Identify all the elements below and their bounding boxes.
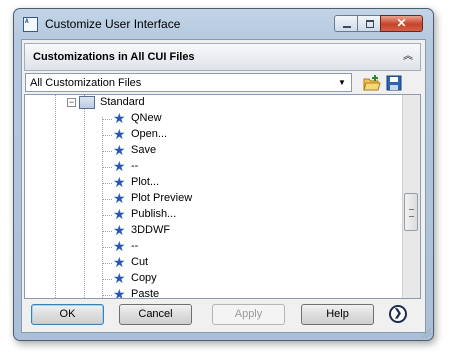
cancel-button[interactable]: Cancel [119, 304, 192, 325]
tree-branch-line [103, 119, 113, 120]
tree-branch-line [103, 167, 113, 168]
tree-command-item[interactable]: ★ 3DDWF [25, 223, 403, 239]
tree-command-item[interactable]: ★ Cut [25, 255, 403, 271]
scrollbar-thumb[interactable] [404, 193, 418, 231]
save-button[interactable] [386, 75, 402, 91]
command-star-icon: ★ [113, 206, 126, 222]
tree-branch-line [103, 231, 113, 232]
command-star-icon: ★ [113, 158, 126, 174]
tree-command-label: -- [131, 240, 139, 252]
ok-button[interactable]: OK [31, 304, 104, 325]
tree-branch-line [103, 199, 113, 200]
tree-branch-line [103, 279, 113, 280]
maximize-button[interactable] [357, 15, 381, 32]
resize-grip[interactable] [421, 328, 431, 338]
toolbar-icon [79, 96, 95, 109]
tree-node-label: Standard [100, 96, 145, 108]
tree-command-item[interactable]: ★ Paste [25, 286, 403, 299]
dropdown-value: All Customization Files [30, 77, 142, 89]
vertical-scrollbar[interactable] [402, 95, 420, 298]
command-star-icon: ★ [113, 126, 126, 142]
command-star-icon: ★ [113, 190, 126, 206]
customize-ui-window: A Customize User Interface ✕ Customizati… [13, 8, 434, 341]
customization-files-dropdown[interactable]: All Customization Files ▼ [25, 73, 352, 92]
command-star-icon: ★ [113, 254, 126, 270]
tree-command-item[interactable]: ★ Open... [25, 127, 403, 143]
command-star-icon: ★ [113, 174, 126, 190]
apply-button[interactable]: Apply [212, 304, 285, 325]
load-partial-customization-button[interactable] [363, 74, 381, 92]
panel-title: Customizations in All CUI Files [33, 51, 195, 63]
tree-command-item[interactable]: ★ -- [25, 239, 403, 255]
tree-command-label: Paste [131, 288, 160, 299]
tree-branch-line [103, 151, 113, 152]
tree-command-label: Plot... [131, 176, 160, 188]
tree-command-item[interactable]: ★ Copy [25, 271, 403, 287]
tree-command-label: Copy [131, 272, 157, 284]
title-bar[interactable]: A Customize User Interface ✕ [14, 9, 433, 39]
command-star-icon: ★ [113, 286, 126, 299]
tree-branch-line [103, 295, 113, 296]
command-star-icon: ★ [113, 270, 126, 286]
tree-command-label: -- [131, 160, 139, 172]
help-button[interactable]: Help [301, 304, 374, 325]
client-area: Customizations in All CUI Files ︽ All Cu… [21, 39, 426, 333]
chevron-down-icon[interactable]: ▼ [335, 75, 349, 90]
command-star-icon: ★ [113, 238, 126, 254]
command-star-icon: ★ [113, 110, 126, 126]
tree-command-label: 3DDWF [131, 224, 171, 236]
tree-command-label: Cut [131, 256, 149, 268]
tree-node-standard[interactable]: − Standard [25, 95, 405, 111]
tree-branch-line [103, 183, 113, 184]
tree-branch-line [103, 263, 113, 264]
tree-command-item[interactable]: ★ -- [25, 159, 403, 175]
tree-command-item[interactable]: ★ Plot Preview [25, 191, 403, 207]
tree-command-label: QNew [131, 112, 162, 124]
close-button[interactable]: ✕ [380, 15, 423, 32]
tree-command-label: Publish... [131, 208, 177, 220]
collapse-node-icon[interactable]: − [67, 98, 76, 107]
tree-command-item[interactable]: ★ Plot... [25, 175, 403, 191]
minimize-button[interactable] [334, 15, 358, 32]
close-icon: ✕ [396, 16, 407, 30]
window-title: Customize User Interface [45, 17, 181, 31]
collapse-panel-button[interactable]: ︽ [400, 49, 416, 65]
tree-command-label: Open... [131, 128, 168, 140]
command-star-icon: ★ [113, 142, 126, 158]
tree-branch-line [103, 247, 113, 248]
open-folder-icon [363, 75, 381, 91]
tree-branch-line [103, 135, 113, 136]
customization-tree[interactable]: − Standard ★ QNew ★ Open... ★ Save ★ -- ★ Plot...… [24, 94, 421, 299]
tree-command-item[interactable]: ★ Save [25, 143, 403, 159]
autocad-app-icon: A [23, 17, 38, 32]
floppy-disk-icon [386, 75, 402, 91]
tree-branch-line [103, 215, 113, 216]
tree-command-label: Save [131, 144, 157, 156]
tree-command-label: Plot Preview [131, 192, 193, 204]
command-star-icon: ★ [113, 222, 126, 238]
tree-command-item[interactable]: ★ Publish... [25, 207, 403, 223]
expand-dialog-button[interactable]: ❯ [389, 305, 407, 323]
panel-header: Customizations in All CUI Files ︽ [24, 43, 421, 71]
tree-command-item[interactable]: ★ QNew [25, 111, 403, 127]
